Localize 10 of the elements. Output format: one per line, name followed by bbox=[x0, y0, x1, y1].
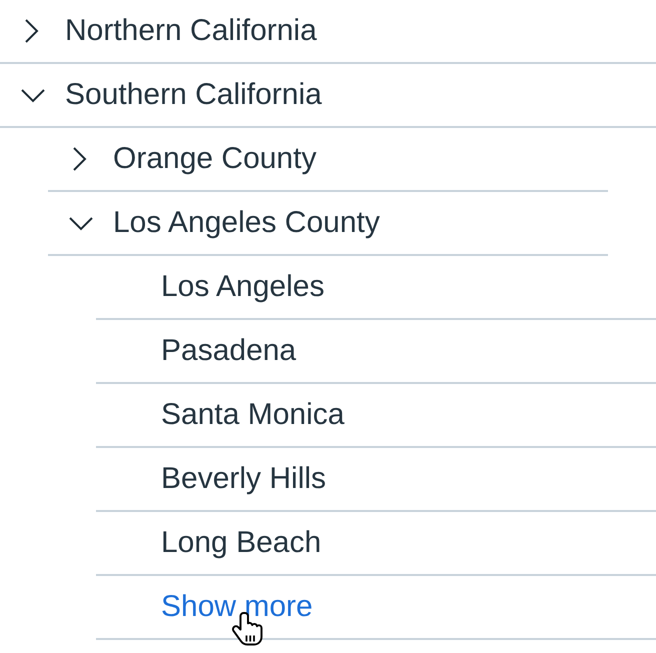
list-item[interactable]: Beverly Hills bbox=[96, 448, 656, 512]
list-item[interactable]: Los Angeles bbox=[96, 256, 656, 320]
list-item[interactable]: Pasadena bbox=[96, 320, 656, 384]
list-item[interactable]: Long Beach bbox=[96, 512, 656, 576]
tree-item[interactable]: Los Angeles County bbox=[48, 192, 608, 256]
tree-item[interactable]: Southern California bbox=[0, 64, 656, 128]
tree-item[interactable]: Orange County bbox=[48, 128, 608, 192]
tree-item[interactable]: Northern California bbox=[0, 0, 656, 64]
list-item[interactable]: Santa Monica bbox=[96, 384, 656, 448]
more-link[interactable]: Show more bbox=[161, 590, 313, 624]
